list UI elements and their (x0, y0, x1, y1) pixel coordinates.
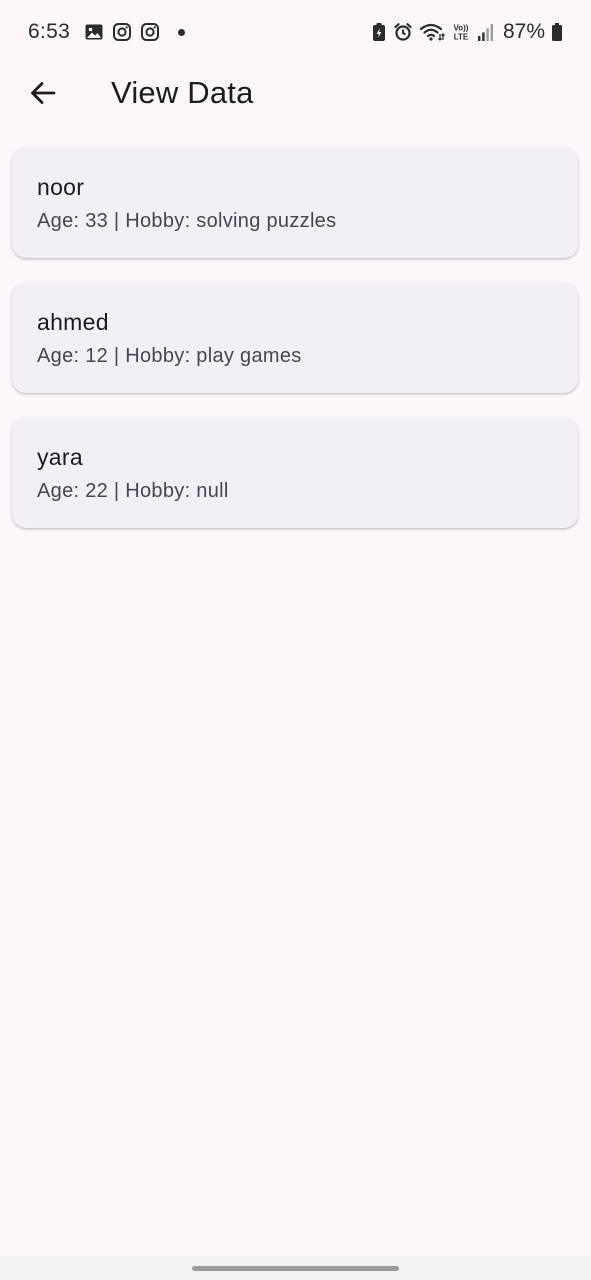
wifi-icon (419, 22, 445, 42)
status-bar: 6:53 Vo)) LTE 87% (0, 0, 591, 64)
record-details: Age: 12 | Hobby: play games (37, 345, 302, 367)
record-name: ahmed (37, 309, 109, 335)
record-name: noor (37, 174, 85, 200)
status-time: 6:53 (28, 20, 71, 43)
list-item[interactable]: yara Age: 22 | Hobby: null (12, 418, 578, 528)
home-gesture-handle[interactable] (192, 1266, 399, 1271)
battery-saver-icon (371, 22, 387, 42)
instagram-icon (140, 22, 160, 42)
signal-icon (477, 22, 495, 42)
status-right: Vo)) LTE 87% (371, 20, 563, 44)
instagram-icon (112, 22, 132, 42)
list-item[interactable]: ahmed Age: 12 | Hobby: play games (12, 283, 578, 393)
record-details: Age: 22 | Hobby: null (37, 480, 229, 502)
notification-dot-icon (178, 28, 186, 36)
volte-icon: Vo)) LTE (451, 22, 471, 42)
battery-icon (551, 22, 563, 42)
page-title: View Data (111, 75, 254, 110)
records-list: noor Age: 33 | Hobby: solving puzzles ah… (12, 148, 578, 553)
svg-text:Vo)): Vo)) (453, 24, 468, 33)
arrow-left-icon (28, 78, 58, 108)
back-button[interactable] (15, 65, 71, 121)
status-left: 6:53 (28, 20, 186, 44)
gallery-icon (84, 22, 104, 42)
record-name: yara (37, 444, 83, 470)
battery-percent: 87% (502, 20, 545, 43)
svg-text:LTE: LTE (454, 33, 469, 42)
list-item[interactable]: noor Age: 33 | Hobby: solving puzzles (12, 148, 578, 258)
app-bar: View Data (0, 64, 591, 122)
alarm-icon (393, 22, 413, 42)
gesture-nav-bar (0, 1256, 591, 1280)
record-details: Age: 33 | Hobby: solving puzzles (37, 210, 337, 232)
